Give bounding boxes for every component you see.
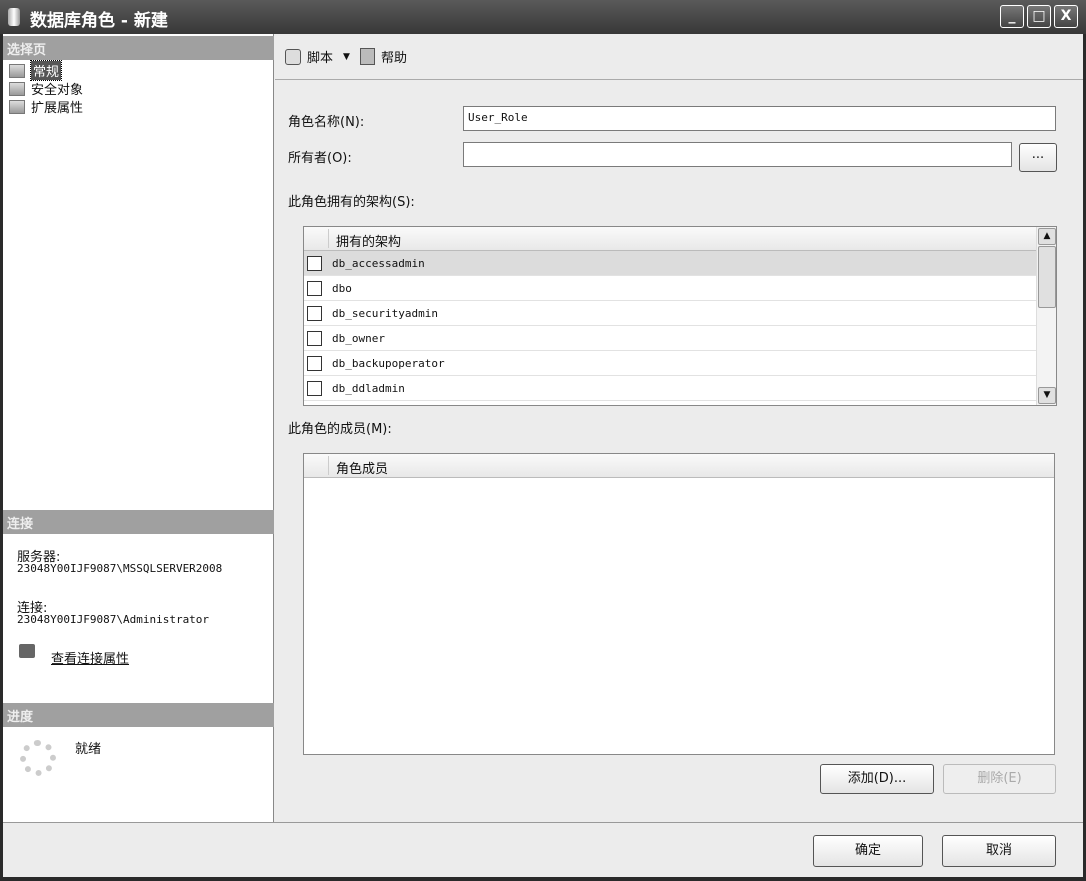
schema-row[interactable]: db_backupoperator [304, 351, 1056, 376]
maximize-button[interactable]: □ [1027, 5, 1051, 28]
sidebar: 选择页 常规 安全对象 扩展属性 连接 服务器: 23048Y00IJF9087… [3, 34, 274, 822]
server-value: 23048Y00IJF9087\MSSQLSERVER2008 [17, 562, 223, 575]
members-column-header: 角色成员 [304, 454, 1054, 478]
schemas-grid: 拥有的架构 db_accessadmindbo db_securityadmind… [303, 226, 1057, 406]
scroll-up-button[interactable]: ▲ [1038, 228, 1056, 245]
window-title: 数据库角色 - 新建 [30, 11, 168, 31]
connection-properties-icon [19, 644, 35, 658]
minimize-button[interactable]: _ [1000, 5, 1024, 28]
scroll-thumb[interactable] [1038, 246, 1056, 308]
nav-label: 安全对象 [31, 83, 84, 98]
schema-checkbox[interactable] [307, 380, 322, 396]
toolbar: 脚本 ▼ 帮助 [275, 34, 1083, 80]
browse-owner-button[interactable]: ... [1019, 143, 1057, 172]
chevron-down-icon[interactable]: ▼ [343, 52, 350, 62]
schema-checkbox[interactable] [307, 305, 322, 321]
title-bar: 数据库角色 - 新建 _ □ X [0, 0, 1086, 34]
members-label: 此角色的成员(M): [288, 422, 392, 437]
script-button[interactable]: 脚本 [307, 47, 333, 66]
dialog-client: 选择页 常规 安全对象 扩展属性 连接 服务器: 23048Y00IJF9087… [3, 34, 1083, 877]
members-grid: 角色成员 [303, 453, 1055, 755]
help-icon [359, 48, 375, 65]
nav-label: 扩展属性 [31, 101, 84, 116]
schema-row[interactable]: db_accessadmin [304, 251, 1056, 276]
schemas-label: 此角色拥有的架构(S): [288, 195, 415, 210]
schema-name: dbo [332, 281, 352, 295]
page-icon [9, 63, 25, 78]
close-button[interactable]: X [1054, 5, 1078, 28]
select-page-header: 选择页 [3, 36, 274, 60]
schema-name: db_accessadmin [332, 256, 425, 270]
schema-checkbox[interactable] [307, 355, 322, 371]
ok-button[interactable]: 确定 [813, 835, 923, 867]
footer-divider [3, 822, 1083, 823]
schema-name: db_ddladmin [332, 381, 405, 395]
role-name-input[interactable]: User_Role [463, 106, 1056, 131]
schema-row[interactable]: db_securityadmin [304, 301, 1056, 326]
schema-row[interactable]: db_owner [304, 326, 1056, 351]
view-connection-properties-link[interactable]: 查看连接属性 [51, 648, 129, 667]
nav-item-securables[interactable]: 安全对象 [9, 80, 84, 98]
schema-checkbox[interactable] [307, 330, 322, 346]
schema-row[interactable]: dbo [304, 276, 1056, 301]
schema-checkbox[interactable] [307, 255, 322, 271]
add-member-button[interactable]: 添加(D)... [820, 764, 934, 794]
scroll-down-button[interactable]: ▼ [1038, 387, 1056, 404]
connection-header: 连接 [3, 510, 274, 534]
help-button[interactable]: 帮助 [381, 47, 407, 66]
nav-item-general[interactable]: 常规 [9, 60, 63, 81]
schema-name: db_owner [332, 331, 385, 345]
database-icon [8, 8, 20, 26]
nav-label: 常规 [29, 60, 63, 81]
page-icon [9, 81, 25, 96]
role-name-label: 角色名称(N): [288, 115, 365, 130]
nav-item-extended-properties[interactable]: 扩展属性 [9, 98, 84, 116]
progress-header: 进度 [3, 703, 274, 727]
owner-input[interactable] [463, 142, 1012, 167]
schema-row[interactable]: db_ddladmin [304, 376, 1056, 401]
progress-status: 就绪 [75, 742, 102, 757]
progress-spinner-icon [20, 740, 56, 776]
schema-name: db_backupoperator [332, 356, 445, 370]
page-icon [9, 99, 25, 114]
schema-name: db_securityadmin [332, 306, 438, 320]
owner-label: 所有者(O): [288, 151, 352, 166]
schema-checkbox[interactable] [307, 280, 322, 296]
connection-value: 23048Y00IJF9087\Administrator [17, 613, 210, 626]
remove-member-button[interactable]: 删除(E) [943, 764, 1056, 794]
schemas-scrollbar[interactable]: ▲ ▼ [1036, 227, 1056, 405]
schemas-column-header: 拥有的架构 [304, 227, 1056, 251]
script-icon [285, 48, 301, 65]
cancel-button[interactable]: 取消 [942, 835, 1056, 867]
